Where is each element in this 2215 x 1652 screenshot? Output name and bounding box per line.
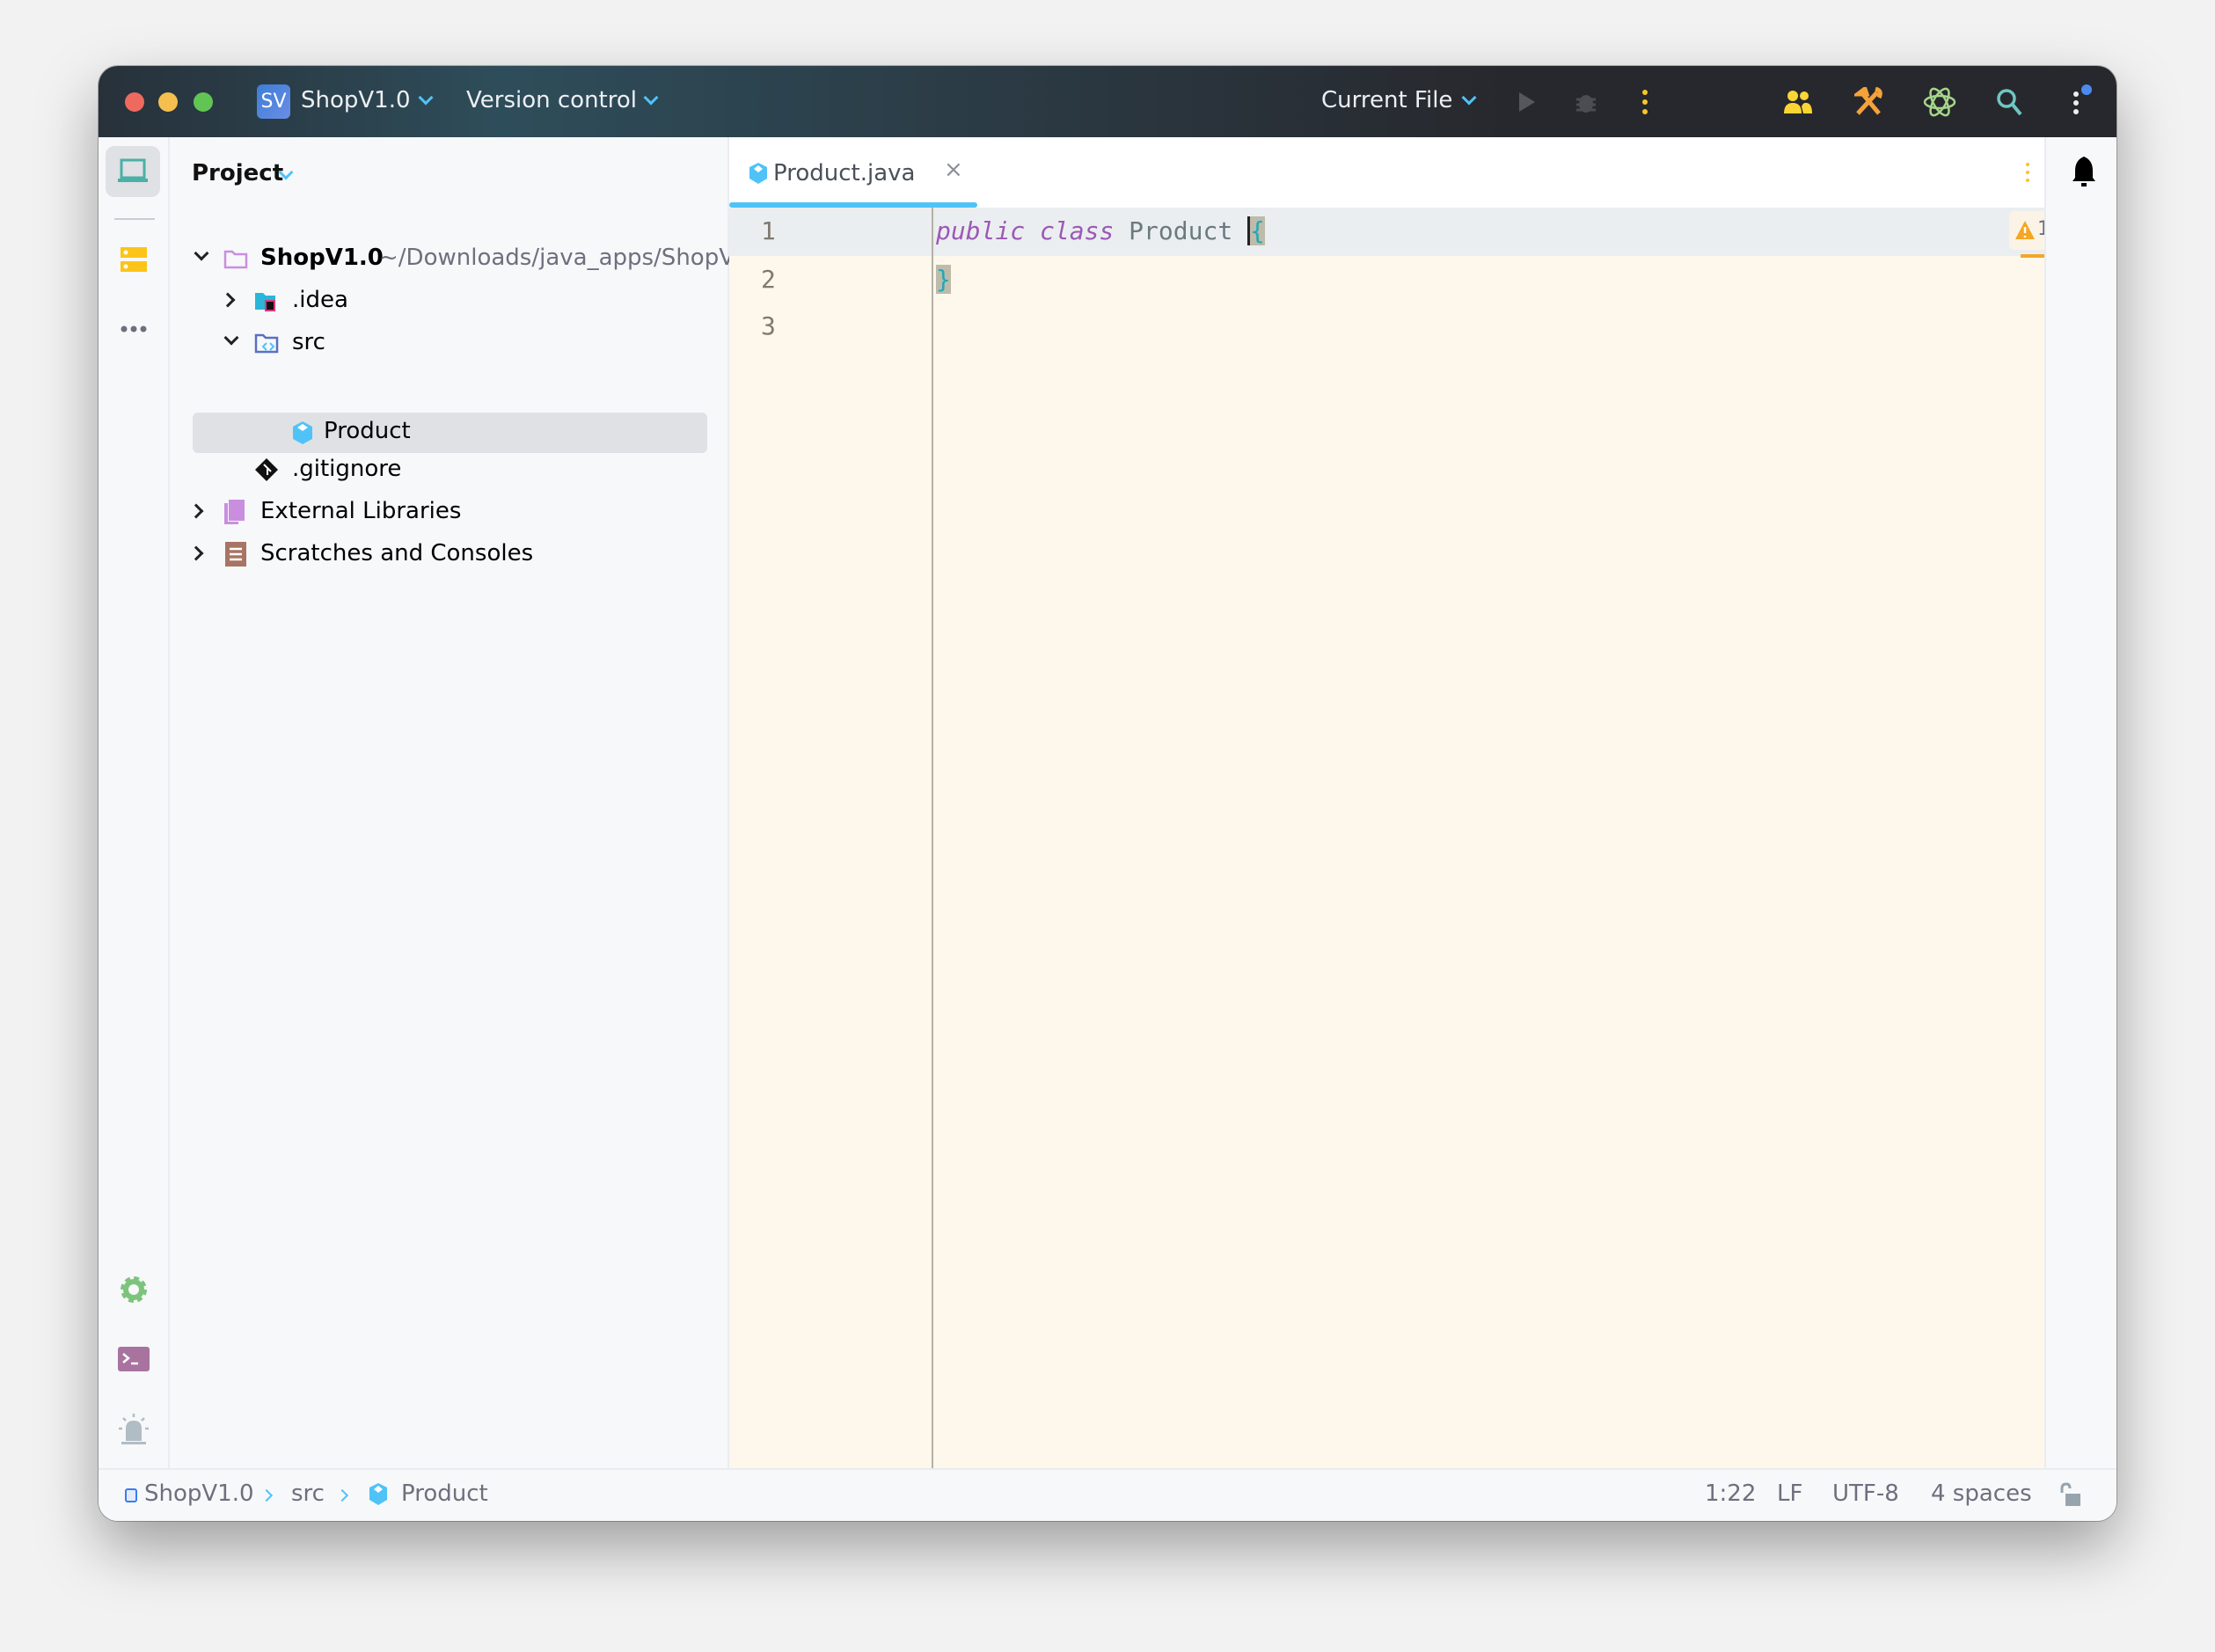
chevron-down-icon xyxy=(1461,90,1477,106)
tree-item-src[interactable]: src xyxy=(170,322,727,364)
status-bar: ShopV1.0 src Product 1:22 LF UTF-8 4 spa… xyxy=(99,1468,2116,1521)
vcs-label: Version control xyxy=(466,87,637,113)
project-icon xyxy=(118,158,148,182)
breadcrumb-product[interactable]: Product xyxy=(401,1480,488,1507)
unlock-icon[interactable] xyxy=(2058,1482,2081,1509)
code-line-1: public class Product { xyxy=(936,216,1265,245)
maximize-window-button[interactable] xyxy=(194,92,213,112)
chevron-down-icon xyxy=(418,90,434,106)
code-with-me-icon[interactable] xyxy=(1782,89,1814,115)
more-tools-icon[interactable] xyxy=(120,324,148,334)
git-icon xyxy=(255,458,278,481)
gutter-divider xyxy=(932,208,933,1468)
brace-open: { xyxy=(1247,216,1265,245)
close-window-button[interactable] xyxy=(125,92,144,112)
project-tool-button[interactable] xyxy=(106,146,160,197)
brace-close: } xyxy=(936,265,951,294)
line-number: 2 xyxy=(761,265,776,294)
services-gear-icon[interactable] xyxy=(118,1274,150,1305)
tree-item-label: src xyxy=(292,329,325,355)
chevron-right-icon xyxy=(335,1488,349,1502)
tree-item-path: ~/Downloads/java_apps/ShopV1. xyxy=(379,245,731,271)
editor-tab-bar: Product.java × xyxy=(729,137,2044,208)
chevron-right-icon[interactable] xyxy=(220,292,236,308)
scratches-icon xyxy=(225,542,246,567)
terminal-icon[interactable] xyxy=(118,1347,150,1373)
debug-icon[interactable] xyxy=(1575,91,1597,113)
close-tab-icon[interactable]: × xyxy=(944,157,963,183)
chevron-down-icon xyxy=(643,90,659,106)
caret-position[interactable]: 1:22 xyxy=(1705,1480,1756,1507)
tab-product-java[interactable]: Product.java × xyxy=(729,137,979,208)
tree-item-product[interactable]: Product xyxy=(193,413,707,453)
line-number: 1 xyxy=(761,216,776,245)
chevron-right-icon[interactable] xyxy=(188,503,204,519)
tree-item-root[interactable]: ShopV1.0 ~/Downloads/java_apps/ShopV1. xyxy=(170,238,731,280)
settings-more-icon[interactable] xyxy=(2069,84,2095,119)
tree-item-label: .idea xyxy=(292,287,348,313)
ide-window: SV ShopV1.0 Version control Current File xyxy=(99,66,2116,1521)
chevron-down-icon[interactable] xyxy=(223,330,239,346)
left-tool-strip xyxy=(99,137,170,1517)
line-number: 3 xyxy=(761,311,776,340)
keyword: class xyxy=(1040,216,1115,245)
panel-title: Project xyxy=(192,160,284,186)
breadcrumb-src[interactable]: src xyxy=(291,1480,325,1507)
notifications-bell-icon[interactable] xyxy=(2071,155,2097,188)
build-tools-icon[interactable] xyxy=(1854,87,1882,117)
search-icon[interactable] xyxy=(1995,87,2023,117)
tree-item-scratches[interactable]: Scratches and Consoles xyxy=(170,533,727,575)
project-name: ShopV1.0 xyxy=(301,87,411,113)
project-panel: Project ShopV1.0 ~/Downloads/java_apps/S… xyxy=(170,137,731,1468)
chevron-right-icon[interactable] xyxy=(188,545,204,561)
keyword: public xyxy=(936,216,1026,245)
tree-item-idea[interactable]: .idea xyxy=(170,280,727,322)
divider xyxy=(114,218,155,220)
tree-item-label: ShopV1.0 xyxy=(260,245,384,271)
folder-icon xyxy=(223,250,248,269)
tab-label: Product.java xyxy=(773,160,916,186)
tree-item-label: Scratches and Consoles xyxy=(260,540,534,567)
line-separator[interactable]: LF xyxy=(1777,1480,1802,1507)
module-icon xyxy=(125,1488,137,1502)
ai-atom-icon[interactable] xyxy=(1923,85,1956,119)
project-badge: SV xyxy=(257,84,290,119)
title-bar: SV ShopV1.0 Version control Current File xyxy=(99,66,2116,137)
chevron-right-icon xyxy=(260,1488,274,1502)
tree-item-external-libraries[interactable]: External Libraries xyxy=(170,491,727,533)
tree-item-gitignore[interactable]: .gitignore xyxy=(170,449,727,491)
play-icon[interactable] xyxy=(1517,91,1538,113)
chevron-down-icon[interactable] xyxy=(194,245,209,261)
indent-setting[interactable]: 4 spaces xyxy=(1931,1480,2032,1507)
editor-area: Product.java × 1 2 3 public class Produc… xyxy=(729,137,2097,1468)
library-icon xyxy=(224,500,245,524)
minimize-window-button[interactable] xyxy=(158,92,178,112)
file-encoding[interactable]: UTF-8 xyxy=(1832,1480,1899,1507)
right-tool-strip xyxy=(2044,137,2116,1468)
java-class-icon xyxy=(293,421,312,444)
tree-item-label: Product xyxy=(324,418,411,444)
more-vertical-icon[interactable] xyxy=(1640,89,1650,115)
tree-item-label: External Libraries xyxy=(260,498,462,524)
java-class-icon xyxy=(369,1483,387,1505)
tab-options-icon[interactable] xyxy=(2024,162,2031,183)
run-config-label: Current File xyxy=(1321,87,1453,113)
tree-item-label: .gitignore xyxy=(292,456,402,482)
java-class-icon xyxy=(749,163,767,184)
idea-folder-icon xyxy=(255,293,275,311)
warning-marker[interactable] xyxy=(2021,254,2044,258)
class-name: Product xyxy=(1129,216,1233,245)
warning-icon xyxy=(2015,221,2035,239)
problems-alarm-icon[interactable] xyxy=(118,1413,150,1446)
source-folder-icon xyxy=(254,333,279,354)
structure-icon[interactable] xyxy=(120,246,148,274)
current-line-highlight xyxy=(729,208,2044,256)
breadcrumb-project[interactable]: ShopV1.0 xyxy=(144,1480,254,1507)
